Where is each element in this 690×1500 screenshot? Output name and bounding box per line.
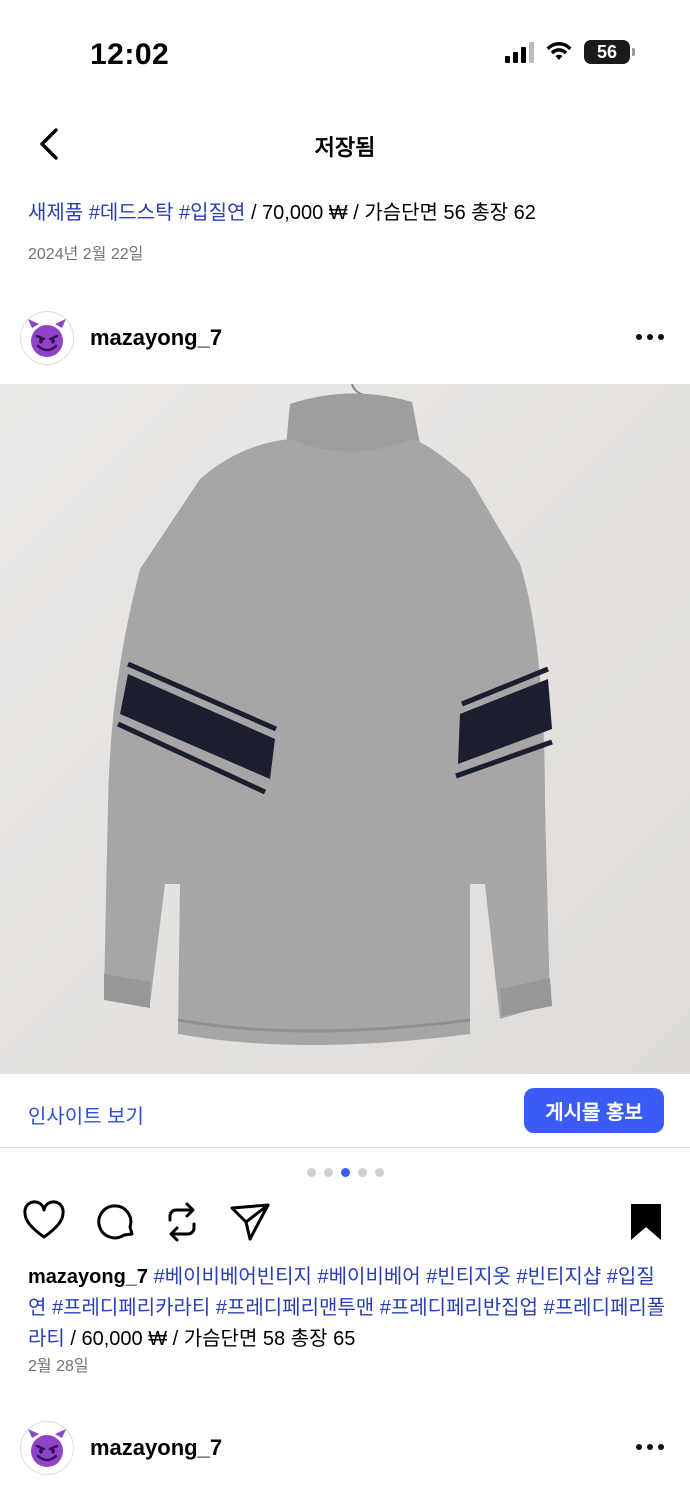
more-horizontal-icon[interactable] <box>634 327 666 347</box>
post1-date: 2024년 2월 22일 <box>28 246 144 263</box>
status-bar: 12:02 56 <box>0 0 690 110</box>
cellular-signal-icon <box>505 41 534 63</box>
post2-date: 2월 28일 <box>28 1358 89 1375</box>
heart-icon[interactable] <box>22 1200 66 1244</box>
post1-caption: 새제품 #데드스탁 #입질연 / 70,000 ₩ / 가슴단면 56 총장 6… <box>28 198 668 229</box>
repost-icon[interactable] <box>160 1200 204 1244</box>
hashtag[interactable]: #빈티지옷 <box>426 1266 511 1288</box>
page-title: 저장됨 <box>314 135 376 160</box>
hashtag[interactable]: #프레디페리카라티 <box>52 1297 210 1319</box>
post3-header: mazayong_7 <box>0 1413 690 1483</box>
post-image[interactable] <box>0 384 690 1074</box>
smiling-devil-icon <box>28 1429 66 1467</box>
insights-link[interactable]: 인사이트 보기 <box>28 1100 144 1129</box>
more-horizontal-icon[interactable] <box>634 1437 666 1457</box>
carousel-dot <box>306 1168 316 1177</box>
hashtag[interactable]: #데드스탁 <box>89 202 174 224</box>
post2-caption: mazayong_7 #베이비베어빈티지 #베이비베어 #빈티지옷 #빈티지샵 … <box>28 1262 668 1355</box>
post-actions <box>0 1200 690 1244</box>
avatar[interactable] <box>20 311 74 365</box>
nav-bar: 저장됨 <box>0 110 690 180</box>
battery-level: 56 <box>596 41 618 62</box>
avatar[interactable] <box>20 1421 74 1475</box>
username[interactable]: mazayong_7 <box>90 325 222 351</box>
bookmark-icon[interactable] <box>624 1200 668 1244</box>
carousel-dot <box>374 1168 384 1177</box>
wifi-icon <box>546 42 572 60</box>
insight-row: 인사이트 보기 게시물 홍보 <box>0 1074 690 1148</box>
comment-icon[interactable] <box>93 1200 137 1244</box>
hashtag[interactable]: #프레디페리반집업 <box>380 1297 538 1319</box>
hashtag[interactable]: #베이비베어 <box>318 1266 421 1288</box>
hashtag[interactable]: #입질연 <box>179 202 245 224</box>
status-time: 12:02 <box>90 38 170 71</box>
smiling-devil-icon <box>28 319 66 357</box>
caption-username[interactable]: mazayong_7 <box>28 1266 148 1288</box>
sweatshirt-photo <box>0 384 690 1074</box>
hashtag[interactable]: #프레디페리맨투맨 <box>216 1297 374 1319</box>
promote-post-button[interactable]: 게시물 홍보 <box>524 1088 664 1133</box>
username[interactable]: mazayong_7 <box>90 1435 222 1461</box>
hashtag[interactable]: #빈티지샵 <box>517 1266 602 1288</box>
caption-text: / 70,000 ₩ / 가슴단면 56 총장 62 <box>245 202 536 224</box>
post2-header: mazayong_7 <box>0 303 690 373</box>
caption-text: / 60,000 ₩ / 가슴단면 58 총장 65 <box>64 1328 356 1350</box>
send-icon[interactable] <box>228 1200 272 1244</box>
hashtag[interactable]: 새제품 <box>28 202 83 224</box>
carousel-dot-active <box>340 1168 350 1177</box>
status-icons: 56 <box>505 40 635 64</box>
carousel-indicator <box>0 1168 690 1177</box>
battery-indicator: 56 <box>584 40 635 64</box>
carousel-dot <box>323 1168 333 1177</box>
hashtag[interactable]: #베이비베어빈티지 <box>154 1266 312 1288</box>
carousel-dot <box>357 1168 367 1177</box>
